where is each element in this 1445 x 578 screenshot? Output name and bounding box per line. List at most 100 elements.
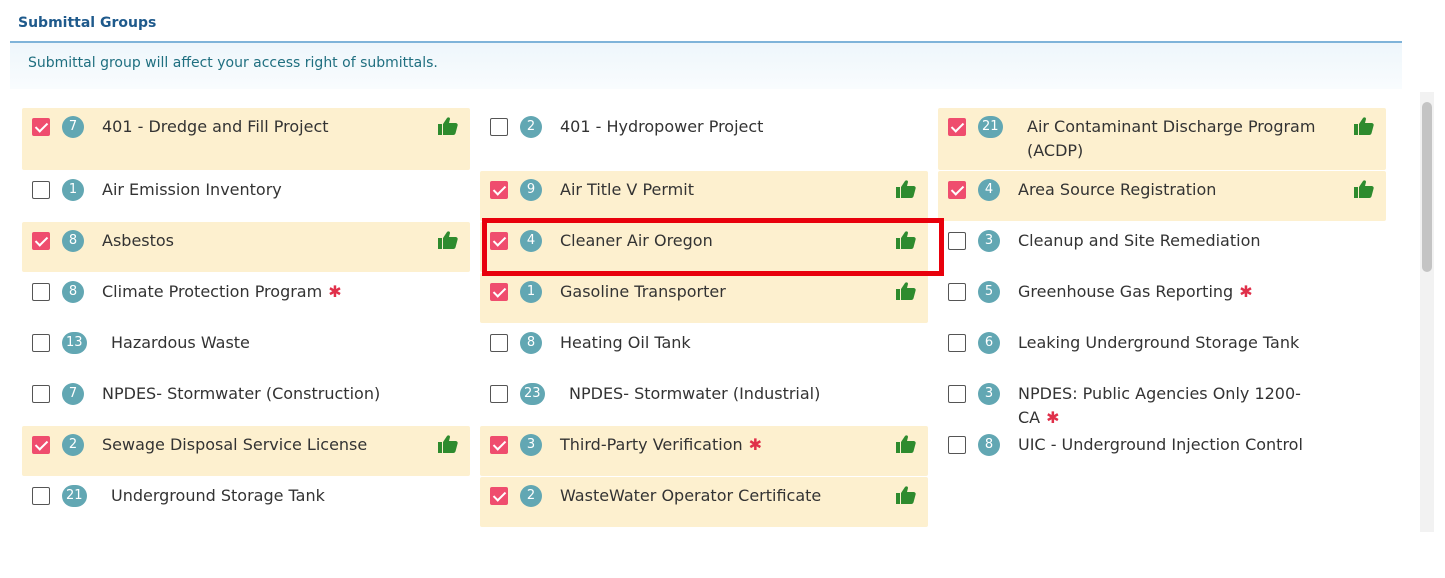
group-label: Leaking Underground Storage Tank [1018, 331, 1338, 355]
checkbox-icon[interactable] [32, 118, 50, 136]
info-text: Submittal group will affect your access … [28, 55, 438, 71]
count-badge: 8 [62, 281, 84, 303]
submittal-group-item[interactable]: 6 Leaking Underground Storage Tank [938, 324, 1386, 374]
submittal-group-grid: 7 401 - Dredge and Fill Project 2 401 - Hyd… [22, 108, 1386, 578]
count-badge: 2 [520, 116, 542, 138]
checkbox-icon[interactable] [948, 118, 966, 136]
group-label: Hazardous Waste [111, 331, 431, 355]
count-badge: 9 [520, 179, 542, 201]
count-badge: 7 [62, 116, 84, 138]
group-label-text: NPDES- Stormwater (Construction) [102, 384, 381, 403]
thumbs-up-icon [1354, 180, 1374, 198]
submittal-group-item[interactable]: 8 UIC - Underground Injection Control [938, 426, 1386, 476]
group-label: Area Source Registration [1018, 178, 1338, 202]
group-label-text: Climate Protection Program [102, 282, 323, 301]
submittal-group-item[interactable]: 9 Air Title V Permit [480, 171, 928, 221]
submittal-group-item[interactable]: 5 Greenhouse Gas Reporting ✱ [938, 273, 1386, 323]
checkbox-icon[interactable] [490, 487, 508, 505]
count-badge: 8 [520, 332, 542, 354]
asterisk-icon: ✱ [748, 435, 763, 454]
group-label-text: UIC - Underground Injection Control [1018, 435, 1303, 454]
thumbs-up-icon [896, 435, 916, 453]
group-label-text: 401 - Dredge and Fill Project [102, 117, 329, 136]
submittal-group-item[interactable]: 8 Climate Protection Program ✱ [22, 273, 470, 323]
checkbox-icon[interactable] [490, 436, 508, 454]
group-label-text: Leaking Underground Storage Tank [1018, 333, 1300, 352]
group-label: NPDES- Stormwater (Industrial) [569, 382, 889, 406]
submittal-group-item[interactable]: 2 401 - Hydropower Project [480, 108, 928, 170]
group-label: Greenhouse Gas Reporting ✱ [1018, 280, 1338, 304]
group-label: NPDES- Stormwater (Construction) [102, 382, 422, 406]
submittal-group-item[interactable]: 1 Gasoline Transporter [480, 273, 928, 323]
submittal-group-item[interactable]: 3 NPDES: Public Agencies Only 1200-CA ✱ [938, 375, 1386, 427]
group-label-text: Third-Party Verification [560, 435, 743, 454]
checkbox-icon[interactable] [32, 283, 50, 301]
scrollbar[interactable] [1420, 92, 1434, 532]
group-label: Sewage Disposal Service License [102, 433, 422, 457]
group-label: Cleanup and Site Remediation [1018, 229, 1338, 253]
count-badge: 23 [520, 383, 545, 405]
group-label: Climate Protection Program ✱ [102, 280, 422, 304]
asterisk-icon: ✱ [1239, 282, 1253, 301]
submittal-group-item[interactable]: 2 Sewage Disposal Service License [22, 426, 470, 476]
group-label: Air Contaminant Discharge Program (ACDP) [1027, 115, 1347, 163]
thumbs-up-icon [896, 486, 916, 504]
group-label: Heating Oil Tank [560, 331, 880, 355]
submittal-group-item[interactable]: 23 NPDES- Stormwater (Industrial) [480, 375, 928, 425]
group-label: WasteWater Operator Certificate [560, 484, 880, 508]
checkbox-icon[interactable] [948, 385, 966, 403]
thumbs-up-icon [896, 282, 916, 300]
count-badge: 4 [978, 179, 1000, 201]
group-label-text: Underground Storage Tank [111, 486, 325, 505]
group-label: Air Title V Permit [560, 178, 880, 202]
scrollbar-thumb[interactable] [1422, 102, 1432, 272]
checkbox-icon[interactable] [32, 487, 50, 505]
group-label-text: Gasoline Transporter [560, 282, 726, 301]
submittal-group-item[interactable]: 2 WasteWater Operator Certificate [480, 477, 928, 527]
count-badge: 1 [62, 179, 84, 201]
checkbox-icon[interactable] [490, 118, 508, 136]
count-badge: 3 [520, 434, 542, 456]
group-label: 401 - Dredge and Fill Project [102, 115, 422, 139]
group-label-text: Cleanup and Site Remediation [1018, 231, 1261, 250]
checkbox-icon[interactable] [948, 232, 966, 250]
checkbox-icon[interactable] [948, 436, 966, 454]
submittal-group-item[interactable]: 8 Heating Oil Tank [480, 324, 928, 374]
thumbs-up-icon [896, 180, 916, 198]
submittal-group-item[interactable]: 8 Asbestos [22, 222, 470, 272]
checkbox-icon[interactable] [490, 283, 508, 301]
count-badge: 1 [520, 281, 542, 303]
info-bar: Submittal group will affect your access … [10, 43, 1402, 89]
group-label-text: Area Source Registration [1018, 180, 1217, 199]
checkbox-icon[interactable] [490, 334, 508, 352]
checkbox-icon[interactable] [490, 385, 508, 403]
submittal-group-item[interactable]: 7 401 - Dredge and Fill Project [22, 108, 470, 170]
submittal-group-item[interactable]: 13 Hazardous Waste [22, 324, 470, 374]
submittal-group-item[interactable]: 7 NPDES- Stormwater (Construction) [22, 375, 470, 425]
checkbox-icon[interactable] [490, 181, 508, 199]
section-title: Submittal Groups [18, 15, 157, 31]
group-label-text: Air Title V Permit [560, 180, 694, 199]
submittal-group-item[interactable]: 4 Area Source Registration [938, 171, 1386, 221]
group-label: Gasoline Transporter [560, 280, 880, 304]
group-label-text: NPDES- Stormwater (Industrial) [569, 384, 821, 403]
checkbox-icon[interactable] [32, 232, 50, 250]
checkbox-icon[interactable] [948, 334, 966, 352]
submittal-group-item[interactable]: 21 Underground Storage Tank [22, 477, 470, 527]
checkbox-icon[interactable] [32, 181, 50, 199]
checkbox-icon[interactable] [948, 181, 966, 199]
highlight-box [482, 218, 944, 276]
checkbox-icon[interactable] [32, 334, 50, 352]
submittal-group-item[interactable]: 3 Third-Party Verification ✱ [480, 426, 928, 476]
group-label: UIC - Underground Injection Control [1018, 433, 1338, 457]
checkbox-icon[interactable] [948, 283, 966, 301]
submittal-group-item[interactable]: 1 Air Emission Inventory [22, 171, 470, 221]
group-label-text: Heating Oil Tank [560, 333, 691, 352]
checkbox-icon[interactable] [32, 436, 50, 454]
submittal-group-item[interactable]: 3 Cleanup and Site Remediation [938, 222, 1386, 272]
count-badge: 13 [62, 332, 87, 354]
submittal-group-item[interactable]: 21 Air Contaminant Discharge Program (ACD… [938, 108, 1386, 170]
group-label: Underground Storage Tank [111, 484, 431, 508]
checkbox-icon[interactable] [32, 385, 50, 403]
group-label: NPDES: Public Agencies Only 1200-CA ✱ [1018, 382, 1338, 430]
